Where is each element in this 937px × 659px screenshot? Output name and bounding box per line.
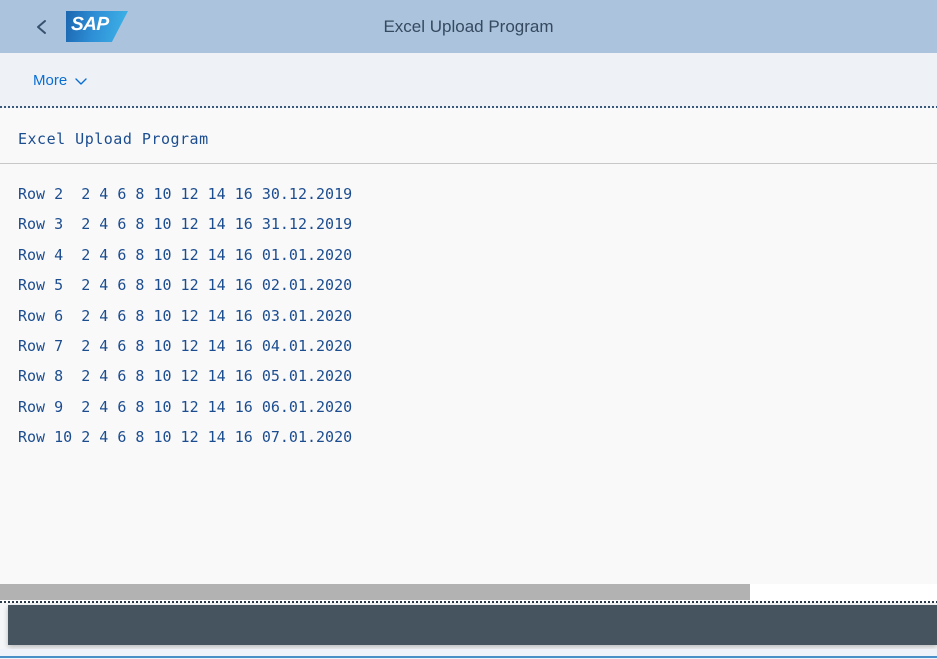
- report-line: Row 9 2 4 6 8 10 12 14 16 06.01.2020: [18, 397, 353, 416]
- horizontal-scrollbar-track[interactable]: [0, 584, 937, 600]
- report-line: Row 5 2 4 6 8 10 12 14 16 02.01.2020: [18, 276, 353, 295]
- chevron-down-icon: [74, 74, 88, 88]
- sap-logo[interactable]: SAP: [66, 11, 128, 42]
- more-button[interactable]: More: [33, 72, 88, 89]
- more-button-label: More: [33, 72, 68, 89]
- report-line: Row 2 2 4 6 8 10 12 14 16 30.12.2019: [18, 185, 353, 203]
- chevron-left-icon: [33, 18, 51, 36]
- horizontal-scrollbar-thumb[interactable]: [0, 584, 750, 600]
- page-title: Excel Upload Program: [383, 17, 554, 36]
- back-button[interactable]: [20, 5, 64, 49]
- report-heading-rule: [0, 163, 937, 164]
- report-line: Row 7 2 4 6 8 10 12 14 16 04.01.2020: [18, 337, 353, 356]
- shell-header: SAP Excel Upload Program: [0, 0, 937, 53]
- footer-area: [0, 603, 937, 649]
- bottom-accent-line: [0, 656, 937, 658]
- report-line: Row 10 2 4 6 8 10 12 14 16 07.01.2020: [18, 428, 353, 447]
- application-window: SAP Excel Upload Program More Excel Uplo…: [0, 0, 937, 659]
- report-line: Row 8 2 4 6 8 10 12 14 16 05.01.2020: [18, 367, 353, 386]
- report-line: Row 3 2 4 6 8 10 12 14 16 31.12.2019: [18, 215, 353, 234]
- sap-logo-text: SAP: [70, 14, 109, 35]
- report-line: Row 6 2 4 6 8 10 12 14 16 03.01.2020: [18, 306, 353, 325]
- report-line-list: Row 2 2 4 6 8 10 12 14 16 30.12.2019 Row…: [0, 179, 937, 453]
- footer-bar[interactable]: [8, 605, 937, 645]
- toolbar: More: [0, 53, 937, 108]
- report-line: Row 4 2 4 6 8 10 12 14 16 01.01.2020: [18, 245, 353, 264]
- report-content: Excel Upload Program Row 2 2 4 6 8 10 12…: [0, 108, 937, 584]
- report-heading: Excel Upload Program: [18, 130, 209, 148]
